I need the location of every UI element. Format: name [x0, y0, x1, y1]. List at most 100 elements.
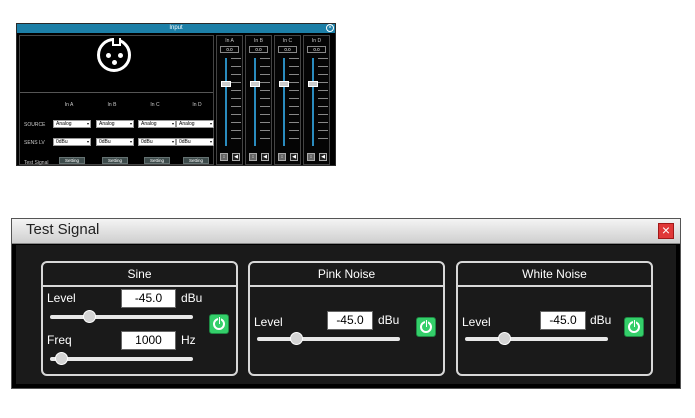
sine-group: Sine Level -45.0 dBu Freq 1000 Hz	[41, 261, 238, 376]
dialog-title-bar[interactable]: Test Signal ×	[12, 219, 680, 244]
setting-button-a[interactable]: Setting	[59, 157, 85, 164]
strip-name: In A	[225, 38, 234, 44]
strip-gain-value[interactable]: 0.0	[278, 46, 297, 53]
speaker-icon[interactable]: ◀	[232, 153, 240, 161]
sine-freq-slider[interactable]	[50, 352, 193, 365]
fader-knob[interactable]	[221, 81, 231, 87]
chevron-down-icon: ▾	[209, 139, 212, 144]
pink-noise-header: Pink Noise	[250, 263, 443, 287]
source-select-d[interactable]: Analog ▾	[176, 120, 214, 128]
strip-name: In C	[282, 38, 293, 44]
pink-noise-group: Pink Noise Level -45.0 dBu	[248, 261, 445, 376]
strip-name: In B	[254, 38, 263, 44]
sens-select-d[interactable]: 0dBu ▾	[176, 138, 214, 146]
divider	[20, 92, 213, 93]
pink-power-icon[interactable]	[416, 317, 436, 337]
strip-name: In D	[311, 38, 322, 44]
dialog-body: Sine Level -45.0 dBu Freq 1000 Hz Pink N…	[16, 245, 676, 384]
fader-scale	[231, 58, 241, 146]
fader-scale	[260, 58, 270, 146]
speaker-icon[interactable]: ◀	[290, 153, 298, 161]
fader-track	[254, 58, 256, 146]
strip-gain-value[interactable]: 0.0	[307, 46, 326, 53]
white-noise-header: White Noise	[458, 263, 651, 287]
white-power-icon[interactable]	[624, 317, 644, 337]
sens-value-a: 0dBu	[56, 139, 68, 145]
sens-value-d: 0dBu	[179, 139, 191, 145]
white-level-slider[interactable]	[465, 332, 608, 345]
fader-scale	[289, 58, 299, 146]
chevron-down-icon: ▾	[86, 121, 89, 126]
sine-level-label: Level	[47, 291, 76, 305]
white-noise-group: White Noise Level -45.0 dBu	[456, 261, 653, 376]
channel-label-d: In D	[192, 102, 202, 108]
fader-strip-d: In D 0.0 ↕ ◀	[303, 35, 330, 165]
input-title: Input	[169, 25, 183, 31]
source-value-c: Analog	[141, 121, 157, 127]
slider-thumb[interactable]	[55, 352, 68, 365]
chevron-down-icon: ▾	[86, 139, 89, 144]
sens-select-c[interactable]: 0dBu ▾	[138, 138, 176, 146]
close-icon[interactable]: ×	[658, 223, 674, 239]
sens-select-b[interactable]: 0dBu ▾	[96, 138, 134, 146]
input-title-bar: Input	[17, 24, 335, 33]
sens-select-a[interactable]: 0dBu ▾	[53, 138, 91, 146]
pink-level-input[interactable]: -45.0	[327, 311, 373, 330]
phase-icon[interactable]: ↕	[249, 153, 257, 161]
pink-level-unit: dBu	[378, 313, 400, 327]
fader-track	[283, 58, 285, 146]
slider-thumb[interactable]	[290, 332, 303, 345]
sine-level-input[interactable]: -45.0	[121, 289, 176, 308]
source-select-b[interactable]: Analog ▾	[96, 120, 134, 128]
fader-knob[interactable]	[279, 81, 289, 87]
channel-label-b: In B	[107, 102, 117, 108]
phase-icon[interactable]: ↕	[307, 153, 315, 161]
sine-level-unit: dBu	[181, 291, 203, 305]
pink-level-slider[interactable]	[257, 332, 400, 345]
source-value-a: Analog	[56, 121, 72, 127]
sens-value-b: 0dBu	[99, 139, 111, 145]
strip-gain-value[interactable]: 0.0	[220, 46, 239, 53]
setting-button-c[interactable]: Setting	[144, 157, 170, 164]
fader-strip-a: In A 0.0 ↕ ◀	[216, 35, 243, 165]
input-window: Input × In A In B In C In D SOURCE Analo…	[16, 23, 336, 166]
dialog-title: Test Signal	[26, 221, 100, 238]
slider-thumb[interactable]	[498, 332, 511, 345]
sine-freq-input[interactable]: 1000	[121, 331, 176, 350]
chevron-down-icon: ▾	[209, 121, 212, 126]
input-close-icon[interactable]: ×	[326, 24, 334, 32]
source-select-a[interactable]: Analog ▾	[53, 120, 91, 128]
slider-thumb[interactable]	[83, 310, 96, 323]
fader-strip-b: In B 0.0 ↕ ◀	[245, 35, 272, 165]
fader-strip-c: In C 0.0 ↕ ◀	[274, 35, 301, 165]
pink-level-label: Level	[254, 315, 283, 329]
channel-label-c: In C	[150, 102, 160, 108]
test-signal-dialog: Test Signal × Sine Level -45.0 dBu Freq …	[11, 218, 681, 389]
setting-button-d[interactable]: Setting	[183, 157, 209, 164]
speaker-icon[interactable]: ◀	[319, 153, 327, 161]
strip-gain-value[interactable]: 0.0	[249, 46, 268, 53]
white-level-unit: dBu	[590, 313, 612, 327]
source-value-d: Analog	[179, 121, 195, 127]
fader-knob[interactable]	[250, 81, 260, 87]
chevron-down-icon: ▾	[129, 139, 132, 144]
sine-freq-label: Freq	[47, 333, 72, 347]
source-select-c[interactable]: Analog ▾	[138, 120, 176, 128]
sens-value-c: 0dBu	[141, 139, 153, 145]
channel-label-a: In A	[64, 102, 74, 108]
sine-power-icon[interactable]	[209, 314, 229, 334]
xlr-connector-icon	[97, 38, 131, 72]
phase-icon[interactable]: ↕	[220, 153, 228, 161]
input-config-panel: In A In B In C In D SOURCE Analog ▾ Analo…	[19, 35, 214, 166]
fader-scale	[318, 58, 328, 146]
speaker-icon[interactable]: ◀	[261, 153, 269, 161]
sens-label: SENS LV	[24, 140, 45, 146]
setting-button-b[interactable]: Setting	[102, 157, 128, 164]
phase-icon[interactable]: ↕	[278, 153, 286, 161]
white-level-input[interactable]: -45.0	[540, 311, 586, 330]
sine-header: Sine	[43, 263, 236, 287]
fader-knob[interactable]	[308, 81, 318, 87]
chevron-down-icon: ▾	[171, 121, 174, 126]
sine-level-slider[interactable]	[50, 310, 193, 323]
chevron-down-icon: ▾	[171, 139, 174, 144]
